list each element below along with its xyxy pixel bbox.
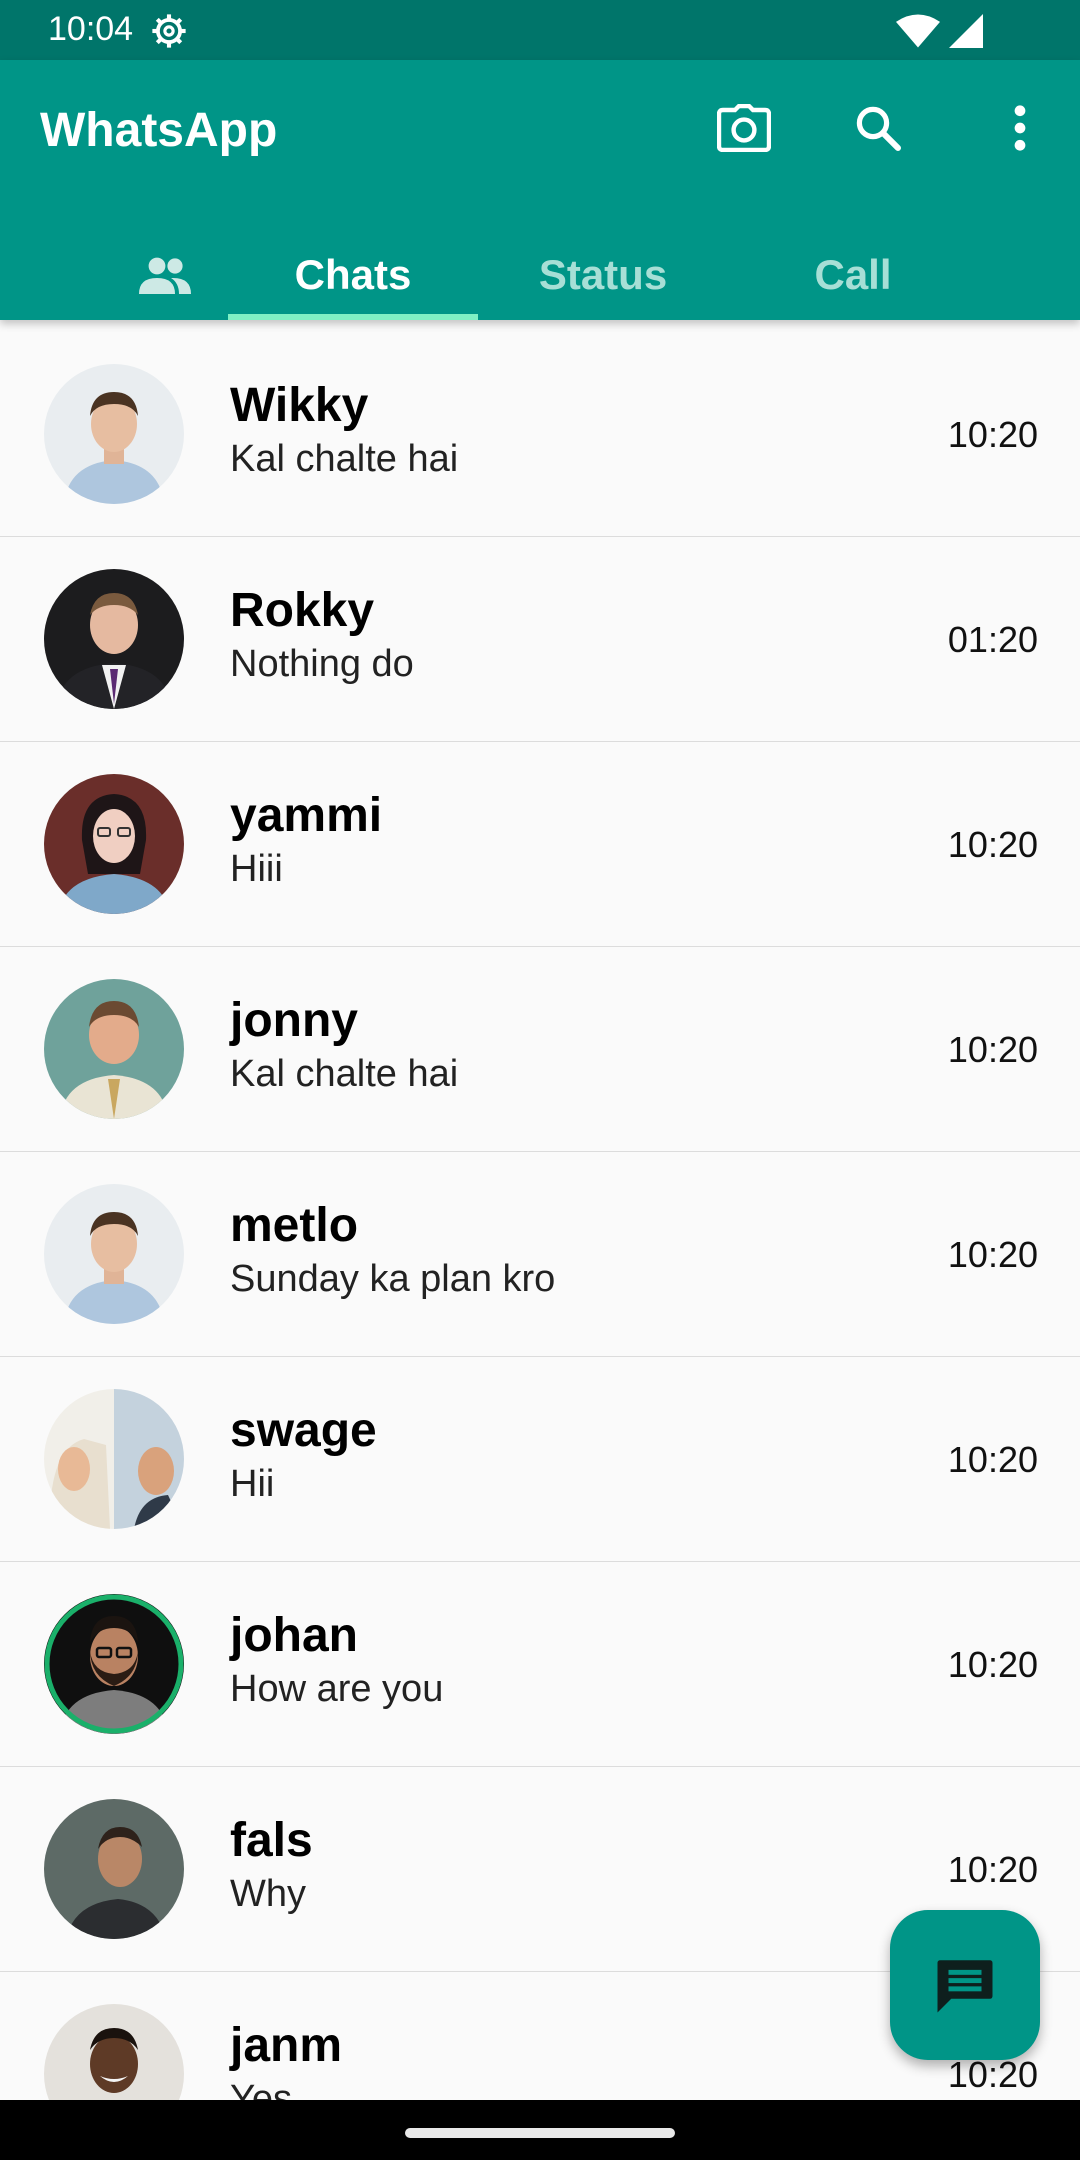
new-chat-button[interactable] <box>890 1910 1040 2060</box>
chat-last-message: Yes <box>230 2078 292 2100</box>
chat-time: 10:20 <box>947 824 1038 865</box>
chat-last-message: Kal chalte hai <box>230 438 459 480</box>
app-title: WhatsApp <box>40 104 278 157</box>
chat-row-yammi[interactable]: yammi Hiii 10:20 <box>0 742 1080 947</box>
chat-time: 10:20 <box>947 1029 1038 1070</box>
more-vert-icon <box>1014 105 1026 151</box>
avatar[interactable] <box>44 1594 184 1734</box>
avatar-image <box>44 569 184 709</box>
avatar-image <box>44 1389 184 1529</box>
avatar-image <box>44 774 184 914</box>
settings-gear-icon <box>152 14 186 48</box>
avatar-image <box>44 1799 184 1939</box>
tab-indicator <box>228 314 478 320</box>
chat-row-metlo[interactable]: metlo Sunday ka plan kro 10:20 <box>0 1152 1080 1357</box>
chat-name: Wikky <box>230 379 369 432</box>
avatar-image <box>44 2004 184 2100</box>
avatar-image <box>44 1594 184 1734</box>
chat-row-wikky[interactable]: Wikky Kal chalte hai 10:20 <box>0 332 1080 537</box>
tab-community[interactable] <box>110 230 220 320</box>
avatar[interactable] <box>44 979 184 1119</box>
home-gesture-handle[interactable] <box>405 2128 675 2138</box>
search-icon <box>856 106 901 151</box>
tab-status[interactable]: Status <box>478 230 728 320</box>
chat-last-message: Kal chalte hai <box>230 1053 459 1095</box>
chat-name: swage <box>230 1404 377 1457</box>
avatar-image <box>44 1184 184 1324</box>
avatar-image <box>44 364 184 504</box>
avatar[interactable] <box>44 2004 184 2100</box>
camera-button[interactable] <box>714 98 774 158</box>
avatar[interactable] <box>44 1184 184 1324</box>
status-bar: 10:04 <box>0 0 1080 60</box>
chat-row-jonny[interactable]: jonny Kal chalte hai 10:20 <box>0 947 1080 1152</box>
chat-last-message: How are you <box>230 1668 444 1710</box>
status-time: 10:04 <box>48 10 134 48</box>
avatar-image <box>44 979 184 1119</box>
chat-time: 10:20 <box>947 1849 1038 1890</box>
chat-name: fals <box>230 1814 313 1867</box>
chat-name: jonny <box>230 994 358 1047</box>
chat-last-message: Hiii <box>230 848 283 890</box>
signal-icon <box>949 14 983 48</box>
avatar[interactable] <box>44 1799 184 1939</box>
avatar[interactable] <box>44 364 184 504</box>
chat-name: Rokky <box>230 584 375 637</box>
chat-name: yammi <box>230 789 383 842</box>
tab-chats[interactable]: Chats <box>228 230 478 320</box>
avatar[interactable] <box>44 774 184 914</box>
avatar[interactable] <box>44 1389 184 1529</box>
chat-last-message: Nothing do <box>230 643 414 685</box>
chat-last-message: Sunday ka plan kro <box>230 1258 556 1300</box>
avatar[interactable] <box>44 569 184 709</box>
chat-list: Wikky Kal chalte hai 10:20 Rokky Nothing… <box>0 332 1080 2100</box>
community-icon <box>139 257 191 294</box>
search-button[interactable] <box>848 98 908 158</box>
chat-last-message: Hii <box>230 1463 275 1505</box>
more-options-button[interactable] <box>990 98 1050 158</box>
chat-row-swage[interactable]: swage Hii 10:20 <box>0 1357 1080 1562</box>
chat-row-rokky[interactable]: Rokky Nothing do 01:20 <box>0 537 1080 742</box>
chat-time: 10:20 <box>947 414 1038 455</box>
chat-last-message: Why <box>230 1873 306 1915</box>
chat-row-johan[interactable]: johan How are you 10:20 <box>0 1562 1080 1767</box>
app-bar: WhatsApp Chats Status Call <box>0 60 1080 320</box>
chat-time: 10:20 <box>947 1644 1038 1685</box>
chat-time: 01:20 <box>947 619 1038 660</box>
chat-name: johan <box>230 1609 358 1662</box>
tab-call[interactable]: Call <box>728 230 978 320</box>
chat-name: metlo <box>230 1199 359 1252</box>
chat-name: janm <box>230 2019 343 2072</box>
wifi-icon <box>896 14 940 48</box>
message-icon <box>937 1960 993 2013</box>
chat-time: 10:20 <box>947 2054 1038 2095</box>
chat-time: 10:20 <box>947 1439 1038 1480</box>
chat-time: 10:20 <box>947 1234 1038 1275</box>
camera-icon <box>717 104 771 152</box>
